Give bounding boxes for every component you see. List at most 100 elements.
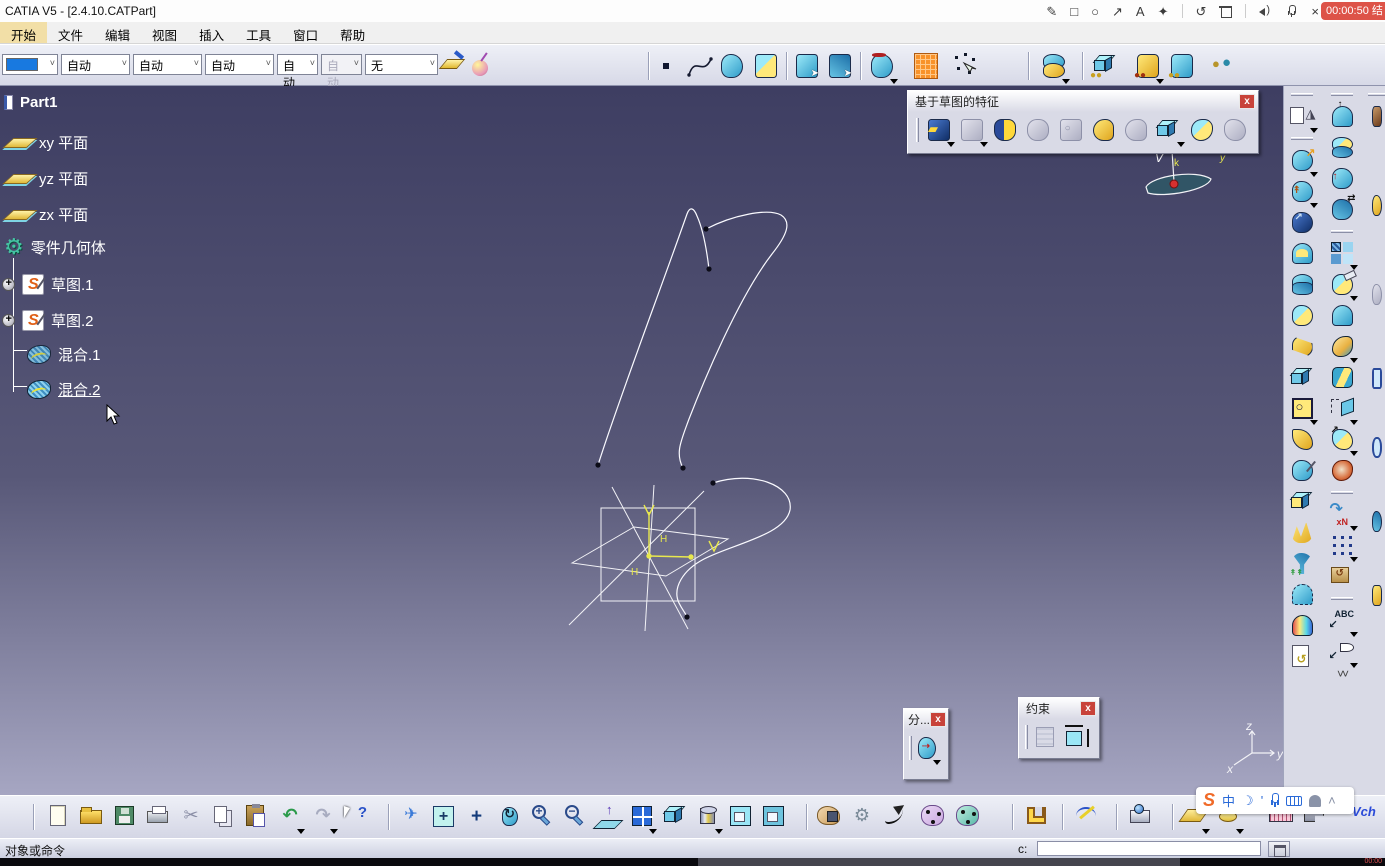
hatch-panels-icon[interactable] [1329, 240, 1358, 270]
extrapolate-icon[interactable]: ↗ [1289, 147, 1318, 177]
menu-tools[interactable]: 工具 [235, 22, 282, 43]
drag-handle[interactable] [916, 118, 919, 142]
close-icon[interactable]: x [1239, 94, 1255, 109]
menu-edit[interactable]: 编辑 [94, 22, 141, 43]
menu-window[interactable]: 窗口 [282, 22, 329, 43]
close-icon[interactable]: x [930, 712, 946, 727]
ime-mic-icon[interactable] [1270, 793, 1280, 808]
clipped-icon[interactable] [1369, 365, 1385, 392]
expand-plus-icon[interactable] [2, 313, 15, 327]
toolbar-expand-arrow[interactable] [1177, 142, 1186, 147]
dome-arrow-icon[interactable]: ↑ [1329, 100, 1356, 130]
surface-pencil-icon[interactable] [1289, 457, 1316, 484]
clipped-icon[interactable] [1369, 103, 1385, 130]
undo-icon[interactable]: ↶ [277, 802, 305, 834]
tree-node-label[interactable]: zx 平面 [39, 204, 88, 225]
drag-handle[interactable] [1291, 93, 1313, 96]
point-style-dropdown[interactable]: 自动 [277, 54, 318, 90]
toolbar-expand-arrow[interactable] [1156, 79, 1164, 84]
toolbar-expand-arrow[interactable] [1349, 526, 1358, 531]
rib-icon[interactable] [1090, 116, 1118, 144]
print-icon[interactable] [145, 802, 171, 831]
drag-handle[interactable] [1331, 597, 1353, 600]
constraints-dialog-icon[interactable] [1032, 723, 1059, 751]
graph-curve-icon[interactable] [1074, 802, 1100, 831]
zoom-in-icon[interactable]: + [530, 802, 556, 831]
panel-title-bar[interactable]: 约束 x [1019, 698, 1099, 719]
spline-icon[interactable] [686, 51, 714, 81]
box-surface-icon[interactable] [1289, 364, 1316, 391]
sweep-surface-icon[interactable]: ↗ [1289, 209, 1316, 236]
command-input[interactable] [1037, 841, 1261, 856]
surface-move-icon[interactable]: ⇄ [1329, 194, 1356, 223]
tree-node-blend-1[interactable]: 混合.1 [27, 344, 101, 365]
ime-keyboard-icon[interactable] [1286, 795, 1303, 806]
circle-pattern-icon[interactable]: ○ [1289, 395, 1318, 425]
undo-annotation-icon[interactable]: ↺ [1196, 5, 1207, 18]
spline-left[interactable] [597, 208, 710, 466]
plane-diagonal-1[interactable] [568, 490, 705, 626]
cut-surface-icon[interactable] [1329, 269, 1358, 301]
report-document-icon[interactable]: ↺ [1289, 643, 1316, 670]
pad-icon[interactable]: ▰ [925, 116, 955, 147]
color-dropdown[interactable] [2, 54, 58, 75]
opacity-dropdown[interactable]: 自动 [61, 54, 130, 75]
laser-pointer-icon[interactable]: ✦ [1158, 5, 1169, 18]
menu-view[interactable]: 视图 [141, 22, 188, 43]
catalog-icon[interactable]: ↺ [1329, 563, 1356, 590]
boolean-intersect-icon[interactable]: ● ● [1212, 51, 1240, 81]
layered-surfaces-icon[interactable] [1329, 134, 1356, 161]
axis-end-dot[interactable] [688, 554, 694, 560]
tree-node-label[interactable]: yz 平面 [39, 168, 88, 189]
ime-punct-toggle[interactable]: ' [1261, 793, 1263, 808]
wizard-sphere-icon[interactable] [470, 51, 498, 81]
point-icon[interactable] [658, 51, 674, 81]
clipped-icon[interactable] [1369, 434, 1385, 461]
toolbar-expand-arrow[interactable] [715, 829, 723, 834]
drag-handle[interactable] [1025, 725, 1028, 749]
dome-dashed-icon[interactable] [1289, 581, 1316, 608]
zoom-out-icon[interactable]: − [563, 802, 589, 831]
surface-diagonal-arrow-icon[interactable]: ↗ [1329, 426, 1358, 456]
sketcher-grid-icon[interactable] [912, 51, 940, 81]
toolbar-expand-arrow[interactable] [979, 142, 988, 147]
toolbar-expand-arrow[interactable] [890, 79, 898, 84]
draft-analysis-icon[interactable] [1329, 457, 1356, 484]
pocket-icon[interactable] [958, 116, 988, 147]
drag-handle[interactable] [1331, 93, 1353, 96]
plane-dashed-arrow-icon[interactable] [1329, 395, 1358, 425]
hide-show-icon[interactable] [728, 802, 754, 831]
tree-node-sketch-2[interactable]: 草图.2 [2, 310, 94, 331]
axis-origin-dot[interactable] [646, 553, 652, 559]
menu-insert[interactable]: 插入 [188, 22, 235, 43]
panel-title-bar[interactable]: 分... x [904, 709, 948, 730]
tree-node-label[interactable]: 草图.1 [51, 274, 94, 295]
trash-icon[interactable] [1219, 4, 1233, 18]
toolbar-expand-arrow[interactable] [1062, 79, 1070, 84]
tree-node-label[interactable]: xy 平面 [39, 132, 88, 153]
boolean-add-icon[interactable]: ●● [1134, 51, 1164, 84]
compass[interactable]: V k y [1145, 149, 1226, 196]
clipped-icon[interactable] [1369, 508, 1385, 535]
ime-moon-icon[interactable]: ☽ [1242, 793, 1254, 809]
toolbar-expand-arrow[interactable] [1309, 420, 1318, 425]
player-box-icon[interactable] [1128, 802, 1154, 831]
surface-red-arrow-icon[interactable]: ↑ [1329, 165, 1356, 192]
speaker-icon[interactable] [1259, 4, 1272, 18]
wireframe-nodes-icon[interactable] [920, 802, 946, 831]
clipped-icon[interactable] [1369, 192, 1385, 219]
curve-analysis-icon[interactable]: ⇢ [915, 734, 941, 765]
scatter-points-icon[interactable] [952, 51, 980, 81]
dome-surface-icon[interactable] [1289, 240, 1316, 267]
menu-start[interactable]: 开始 [0, 22, 48, 43]
draw-pencil-icon[interactable]: ✎ [1046, 5, 1057, 18]
drag-handle[interactable] [909, 736, 912, 760]
panel-title-bar[interactable]: 基于草图的特征 x [908, 91, 1258, 112]
toolbar-expand-arrow[interactable] [1236, 829, 1244, 834]
viewport-canvas[interactable]: H H V k y z y x [0, 86, 1283, 795]
select-element-icon[interactable]: ➤ [826, 51, 854, 81]
menu-file[interactable]: 文件 [47, 22, 94, 43]
removed-multi-section-icon[interactable] [1188, 116, 1216, 144]
layer-dropdown[interactable]: 无 [365, 54, 438, 75]
extract-peaks-icon[interactable] [1289, 519, 1316, 546]
